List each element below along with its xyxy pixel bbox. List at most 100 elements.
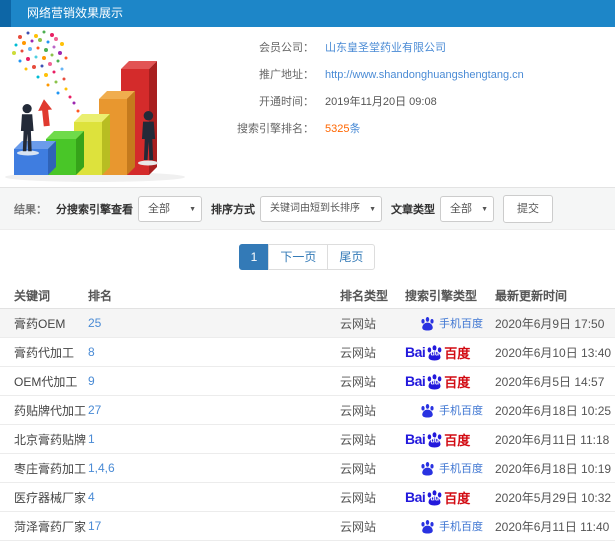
member-company-link[interactable]: 山东皇圣堂药业有限公司 bbox=[325, 39, 446, 57]
baidu-logo-badge[interactable]: Bai du 百度 bbox=[405, 430, 495, 449]
table-row: 枣庄膏药加工 1,4,6 云网站 手机百度 2020年6月18日 10:19 bbox=[0, 453, 615, 483]
bar-chart-growth-image bbox=[5, 30, 185, 182]
open-time-row: 开通时间： 2019年11月20日 09:08 bbox=[196, 93, 615, 111]
rank-cell: 9 bbox=[88, 366, 340, 396]
rank-link[interactable]: 17 bbox=[88, 519, 101, 533]
engine-filter-select[interactable]: 全部 ▼ bbox=[138, 195, 202, 222]
open-time-label: 开通时间： bbox=[259, 96, 314, 108]
keyword-cell: 医疗器械厂家 bbox=[0, 482, 88, 512]
rank-cell: 1,4,6 bbox=[88, 453, 340, 483]
mobile-baidu-badge[interactable]: 手机百度 bbox=[405, 460, 495, 476]
baidu-latin-text: Bai bbox=[405, 431, 426, 447]
rank-type-cell: 云网站 bbox=[340, 453, 405, 483]
update-time-cell: 2020年6月10日 13:40 bbox=[495, 337, 615, 367]
mobile-baidu-badge[interactable]: 手机百度 bbox=[405, 315, 495, 331]
baidu-cn-text: 百度 bbox=[444, 374, 471, 390]
rank-type-cell: 云网站 bbox=[340, 511, 405, 541]
engine-type-cell: Bai du 百度 bbox=[405, 482, 495, 512]
rank-cell: 4 bbox=[88, 482, 340, 512]
rank-link[interactable]: 4 bbox=[88, 490, 95, 504]
last-page-button[interactable]: 尾页 bbox=[327, 244, 376, 270]
rank-link[interactable]: 25 bbox=[88, 316, 101, 330]
up-arrow-icon bbox=[38, 99, 53, 127]
engine-type-cell: Bai du 百度 bbox=[405, 366, 495, 396]
rank-link[interactable]: 27 bbox=[88, 403, 101, 417]
rank-cell: 8 bbox=[88, 337, 340, 367]
search-rank-value[interactable]: 5325条 bbox=[325, 120, 360, 138]
rank-cell: 17 bbox=[88, 511, 340, 541]
engine-filter-value: 全部 bbox=[148, 202, 170, 215]
table-row: 北京膏药贴牌 1 云网站 Bai du 百度 2020年6月11日 11:18 bbox=[0, 424, 615, 454]
mobile-baidu-label: 手机百度 bbox=[439, 405, 483, 417]
next-page-button[interactable]: 下一页 bbox=[268, 244, 329, 270]
mobile-baidu-badge[interactable]: 手机百度 bbox=[405, 402, 495, 418]
keyword-cell: 膏药代加工 bbox=[0, 337, 88, 367]
rank-type-cell: 云网站 bbox=[340, 366, 405, 396]
baidu-paw-icon bbox=[421, 403, 434, 418]
engine-filter-label: 分搜索引擎查看 bbox=[56, 203, 133, 216]
keyword-cell: OEM代加工 bbox=[0, 366, 88, 396]
title-bar: 网络营销效果展示 bbox=[0, 0, 615, 27]
baidu-latin-text: Bai bbox=[405, 489, 426, 505]
table-row: 医疗器械厂家 4 云网站 Bai du 百度 2020年5月29日 10:32 bbox=[0, 482, 615, 512]
marketing-growth-illustration bbox=[0, 27, 196, 187]
promotion-url-label: 推广地址： bbox=[259, 69, 314, 81]
update-time-cell: 2020年6月11日 11:40 bbox=[495, 511, 615, 541]
promotion-url-link[interactable]: http://www.shandonghuangshengtang.cn bbox=[325, 66, 524, 84]
chevron-down-icon: ▼ bbox=[481, 205, 488, 213]
engine-type-cell: 手机百度 bbox=[405, 308, 495, 338]
rank-link[interactable]: 1,4,6 bbox=[88, 461, 115, 475]
keyword-cell: 药贴牌代加工 bbox=[0, 395, 88, 425]
update-time-cell: 2020年6月18日 10:19 bbox=[495, 453, 615, 483]
keyword-cell: 北京膏药贴牌 bbox=[0, 424, 88, 454]
open-time-value: 2019年11月20日 09:08 bbox=[325, 96, 437, 108]
chevron-down-icon: ▼ bbox=[189, 205, 196, 213]
baidu-paw-icon bbox=[421, 316, 434, 331]
column-header-4: 搜索引擎类型 bbox=[405, 282, 495, 309]
baidu-latin-text: Bai bbox=[405, 344, 426, 360]
bar-blue bbox=[14, 141, 56, 175]
rank-cell: 25 bbox=[88, 308, 340, 338]
table-row: OEM代加工 9 云网站 Bai du 百度 2020年6月5日 14:57 bbox=[0, 366, 615, 396]
baidu-logo-badge[interactable]: Bai du 百度 bbox=[405, 488, 495, 507]
mobile-baidu-label: 手机百度 bbox=[439, 463, 483, 475]
page-title: 网络营销效果展示 bbox=[27, 6, 124, 20]
update-time-cell: 2020年6月5日 14:57 bbox=[495, 366, 615, 396]
member-company-label: 会员公司： bbox=[259, 42, 314, 54]
baidu-logo-badge[interactable]: Bai du 百度 bbox=[405, 372, 495, 391]
keyword-cell: 膏药OEM bbox=[0, 308, 88, 338]
engine-type-cell: 手机百度 bbox=[405, 453, 495, 483]
baidu-latin-text: Bai bbox=[405, 373, 426, 389]
engine-type-cell: 手机百度 bbox=[405, 511, 495, 541]
rank-link[interactable]: 1 bbox=[88, 432, 95, 446]
keyword-cell: 枣庄膏药加工 bbox=[0, 453, 88, 483]
column-header-1: 关键词 bbox=[0, 282, 88, 309]
mobile-baidu-label: 手机百度 bbox=[439, 318, 483, 330]
article-type-filter-select[interactable]: 全部 ▼ bbox=[440, 195, 494, 222]
baidu-cn-text: 百度 bbox=[444, 432, 471, 448]
rank-link[interactable]: 9 bbox=[88, 374, 95, 388]
engine-type-cell: 手机百度 bbox=[405, 395, 495, 425]
article-type-filter-value: 全部 bbox=[450, 202, 472, 215]
member-company-row: 会员公司： 山东皇圣堂药业有限公司 bbox=[196, 39, 615, 57]
engine-type-cell: Bai du 百度 bbox=[405, 424, 495, 454]
baidu-cn-text: 百度 bbox=[444, 490, 471, 506]
rank-cell: 27 bbox=[88, 395, 340, 425]
mobile-baidu-badge[interactable]: 手机百度 bbox=[405, 518, 495, 534]
page-1-button[interactable]: 1 bbox=[238, 244, 270, 270]
update-time-cell: 2020年5月29日 10:32 bbox=[495, 482, 615, 512]
article-type-filter-label: 文章类型 bbox=[391, 203, 435, 216]
baidu-logo-badge[interactable]: Bai du 百度 bbox=[405, 343, 495, 362]
table-row: 菏泽膏药厂家 17 云网站 手机百度 2020年6月11日 11:40 bbox=[0, 511, 615, 541]
update-time-cell: 2020年6月11日 11:18 bbox=[495, 424, 615, 454]
table-row: 膏药OEM 25 云网站 手机百度 2020年6月9日 17:50 bbox=[0, 308, 615, 338]
rank-link[interactable]: 8 bbox=[88, 345, 95, 359]
chevron-down-icon: ▼ bbox=[369, 205, 376, 213]
search-rank-count: 5325 bbox=[325, 123, 350, 135]
update-time-cell: 2020年6月18日 10:25 bbox=[495, 395, 615, 425]
rank-type-cell: 云网站 bbox=[340, 308, 405, 338]
sort-filter-select[interactable]: 关键词由短到长排序 ▼ bbox=[260, 195, 382, 222]
search-rank-row: 搜索引擎排名： 5325条 bbox=[196, 120, 615, 138]
baidu-du-text: du bbox=[430, 437, 440, 445]
submit-button[interactable]: 提交 bbox=[503, 194, 553, 223]
